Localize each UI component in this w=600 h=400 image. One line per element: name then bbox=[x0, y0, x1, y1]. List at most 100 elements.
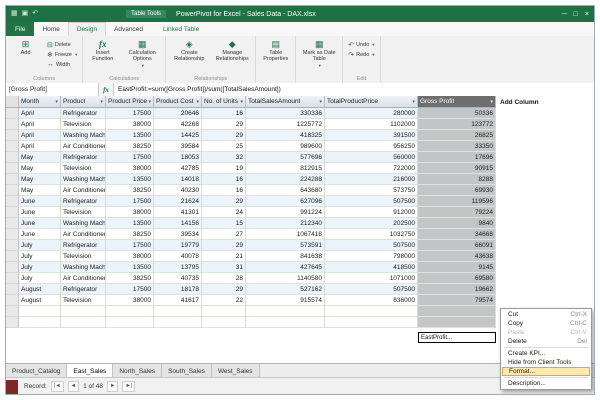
cell[interactable]: Television bbox=[61, 207, 106, 218]
cell[interactable]: 573750 bbox=[325, 185, 418, 196]
row-header[interactable] bbox=[6, 163, 19, 174]
menu-item-format[interactable]: Format... bbox=[502, 367, 590, 376]
cell[interactable]: 224288 bbox=[246, 174, 325, 185]
filter-dropdown-icon[interactable]: ▾ bbox=[195, 99, 199, 105]
cell[interactable]: July bbox=[19, 251, 61, 262]
cell[interactable]: 722000 bbox=[325, 163, 418, 174]
cell[interactable]: 9145 bbox=[418, 262, 496, 273]
cell[interactable]: 991224 bbox=[246, 207, 325, 218]
cell[interactable]: 212340 bbox=[246, 218, 325, 229]
cell[interactable]: 31 bbox=[202, 262, 246, 273]
cell[interactable]: 16 bbox=[202, 174, 246, 185]
cell[interactable]: 26825 bbox=[418, 130, 496, 141]
tab-linked-table[interactable]: Linked Table bbox=[155, 22, 207, 36]
width-button[interactable]: ↔ Width bbox=[45, 60, 79, 69]
cell[interactable]: Television bbox=[61, 295, 106, 306]
cell[interactable]: June bbox=[19, 218, 61, 229]
manage-relationships-button[interactable]: ◆ Manage Relationships bbox=[212, 37, 252, 75]
cell[interactable]: 9840 bbox=[418, 218, 496, 229]
column-header-product[interactable]: Product ▾ bbox=[61, 96, 106, 108]
cell[interactable]: 42785 bbox=[154, 163, 202, 174]
cell[interactable]: May bbox=[19, 152, 61, 163]
cell[interactable]: 14425 bbox=[154, 130, 202, 141]
cell[interactable]: 627096 bbox=[246, 196, 325, 207]
cell[interactable]: 560000 bbox=[325, 152, 418, 163]
cell[interactable]: 836000 bbox=[325, 295, 418, 306]
previous-record-button[interactable]: ◄ bbox=[67, 380, 80, 392]
cell[interactable]: June bbox=[19, 207, 61, 218]
cell[interactable]: 16 bbox=[202, 185, 246, 196]
cell[interactable]: 38000 bbox=[106, 163, 154, 174]
cell[interactable]: 19779 bbox=[154, 240, 202, 251]
cell[interactable] bbox=[325, 317, 418, 328]
cell[interactable]: Refrigerator bbox=[61, 152, 106, 163]
cell[interactable]: August bbox=[19, 284, 61, 295]
add-column-header[interactable]: Add Column bbox=[496, 96, 594, 108]
cell[interactable]: May bbox=[19, 174, 61, 185]
select-all-corner[interactable] bbox=[6, 96, 19, 108]
cell[interactable]: 38000 bbox=[106, 295, 154, 306]
cell[interactable]: 16 bbox=[202, 108, 246, 119]
cell[interactable]: July bbox=[19, 240, 61, 251]
cell[interactable]: 1102000 bbox=[325, 119, 418, 130]
row-header[interactable] bbox=[6, 108, 19, 119]
column-header-gross-profit[interactable]: Gross Profit ▾ bbox=[418, 96, 496, 108]
cell[interactable]: 33350 bbox=[418, 141, 496, 152]
cell[interactable]: 69580 bbox=[418, 273, 496, 284]
row-header[interactable] bbox=[6, 174, 19, 185]
cell[interactable]: Washing Machine bbox=[61, 174, 106, 185]
cell[interactable]: 427645 bbox=[246, 262, 325, 273]
menu-item-delete[interactable]: Delete Del bbox=[502, 337, 590, 346]
cell[interactable]: 13500 bbox=[106, 174, 154, 185]
filter-dropdown-icon[interactable]: ▾ bbox=[239, 99, 243, 105]
cell[interactable] bbox=[202, 317, 246, 328]
cell[interactable]: 38250 bbox=[106, 273, 154, 284]
filter-dropdown-icon[interactable]: ▾ bbox=[489, 99, 493, 105]
cell[interactable]: 1067418 bbox=[246, 229, 325, 240]
freeze-button[interactable]: ❄ Freeze ▾ bbox=[45, 50, 79, 59]
row-header[interactable] bbox=[6, 306, 19, 317]
cell[interactable]: 14018 bbox=[154, 174, 202, 185]
cell[interactable]: 29 bbox=[202, 119, 246, 130]
cell[interactable]: 29 bbox=[202, 240, 246, 251]
create-relationship-button[interactable]: ◈ Create Relationship bbox=[169, 37, 209, 75]
cell[interactable]: 18053 bbox=[154, 152, 202, 163]
menu-item-cut[interactable]: Cut Ctrl-X bbox=[502, 310, 590, 319]
row-header[interactable] bbox=[6, 273, 19, 284]
cell[interactable]: Refrigerator bbox=[61, 284, 106, 295]
cell[interactable]: 79224 bbox=[418, 207, 496, 218]
cell[interactable]: 17500 bbox=[106, 108, 154, 119]
cell[interactable]: 40230 bbox=[154, 185, 202, 196]
sheet-tab-south-sales[interactable]: South_Sales bbox=[162, 364, 212, 378]
delete-button[interactable]: ⊟ Delete bbox=[45, 40, 79, 49]
cell[interactable] bbox=[106, 317, 154, 328]
cell[interactable]: April bbox=[19, 119, 61, 130]
cell[interactable]: 40078 bbox=[154, 251, 202, 262]
row-header[interactable] bbox=[6, 229, 19, 240]
row-header[interactable] bbox=[6, 240, 19, 251]
row-header[interactable] bbox=[6, 284, 19, 295]
cell[interactable]: Washing Machine bbox=[61, 218, 106, 229]
mark-as-date-table-button[interactable]: ▦ Mark as Date Table ▾ bbox=[299, 37, 339, 75]
cell[interactable] bbox=[61, 306, 106, 317]
cell[interactable]: May bbox=[19, 185, 61, 196]
column-header-month[interactable]: Month ▾ bbox=[19, 96, 61, 108]
row-header[interactable] bbox=[6, 262, 19, 273]
cell[interactable]: Refrigerator bbox=[61, 196, 106, 207]
cell[interactable] bbox=[202, 306, 246, 317]
cell[interactable]: 41617 bbox=[154, 295, 202, 306]
measure-grid-cell-eastprofit[interactable]: EastProfit... bbox=[418, 332, 496, 343]
cell[interactable]: 8288 bbox=[418, 174, 496, 185]
cell[interactable]: 202500 bbox=[325, 218, 418, 229]
cell[interactable]: 38250 bbox=[106, 185, 154, 196]
cell[interactable]: 507500 bbox=[325, 284, 418, 295]
cell[interactable]: 19 bbox=[202, 163, 246, 174]
cell[interactable]: 38000 bbox=[106, 251, 154, 262]
cell[interactable]: Television bbox=[61, 251, 106, 262]
cell[interactable]: 14156 bbox=[154, 218, 202, 229]
cell[interactable]: 1225772 bbox=[246, 119, 325, 130]
cell[interactable]: 216000 bbox=[325, 174, 418, 185]
cell[interactable]: 25 bbox=[202, 141, 246, 152]
cell[interactable]: 573591 bbox=[246, 240, 325, 251]
cell[interactable]: 24 bbox=[202, 207, 246, 218]
